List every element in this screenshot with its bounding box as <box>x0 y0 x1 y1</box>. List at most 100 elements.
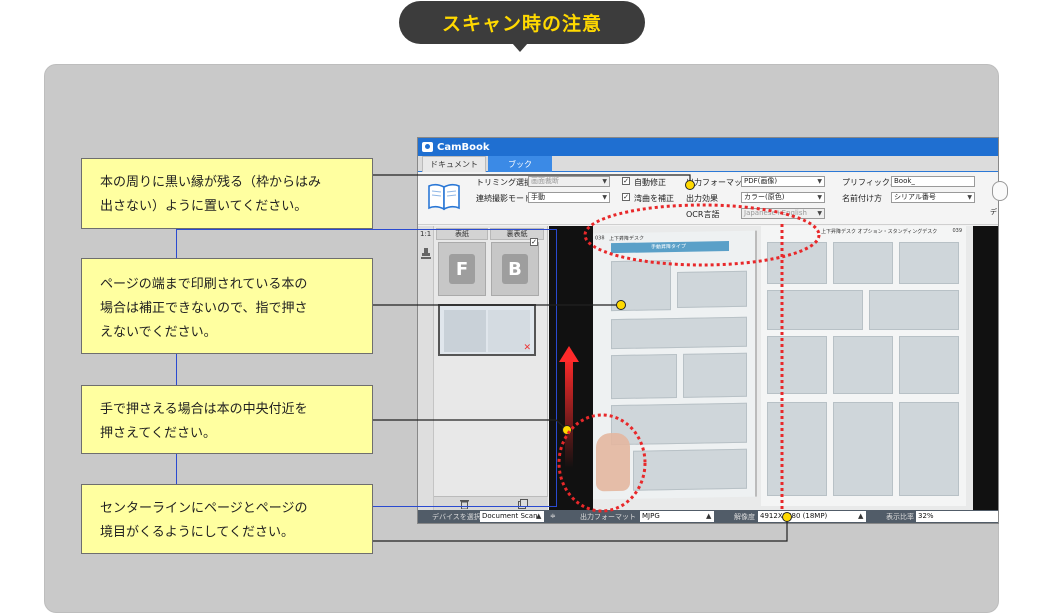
product-block <box>767 336 827 394</box>
device-label: デバイスを選択 <box>432 513 481 521</box>
book-left-page: 038 上下昇降デスク 手動昇降タイプ <box>593 230 757 500</box>
chevron-down-icon: ▼ <box>817 178 822 185</box>
cambook-window: CamBook ドキュメント ブック トリミング選択 画面裁断 ▼ 連続撮影モード… <box>417 137 1008 524</box>
product-block <box>833 242 893 284</box>
prefix-input[interactable]: Book_ <box>891 176 975 187</box>
left-page-header: 上下昇降デスク <box>609 235 645 243</box>
chevron-up-icon[interactable]: ▲ <box>536 512 541 520</box>
product-block <box>869 290 959 330</box>
red-arrow-shaft <box>565 358 573 468</box>
right-page-header: 上下昇降デスク オプション・スタンディングデスク <box>821 229 938 235</box>
resolution-select[interactable]: 4912X3680 (18MP) <box>758 511 866 522</box>
thumb-left-page <box>444 310 486 352</box>
chevron-down-icon: ▼ <box>602 194 607 201</box>
app-name: CamBook <box>437 141 490 153</box>
output-format-select[interactable]: PDF(画像) ▼ <box>741 176 825 187</box>
delete-mark-icon[interactable]: ✕ <box>523 343 531 353</box>
prefix-label: プリフィックス <box>842 178 898 187</box>
settings-icon[interactable]: ≑ <box>550 512 556 520</box>
scanned-book: 038 上下昇降デスク 手動昇降タイプ 上下昇降デスク オプション・スタンディン… <box>593 226 973 510</box>
output-format-value: PDF(画像) <box>744 177 778 185</box>
page-title: スキャン時の注意 <box>399 1 645 44</box>
chevron-down-icon: ▼ <box>602 178 607 185</box>
callout-line: ページの端まで印刷されている本の <box>100 277 308 292</box>
callout-printed-edge: ページの端まで印刷されている本の 場合は補正できないので、指で押さ えないでくだ… <box>81 258 373 354</box>
trimming-value: 画面裁断 <box>531 177 559 185</box>
status-output-label: 出力フォーマット <box>580 513 636 521</box>
auto-correct-checkbox[interactable]: ✓ <box>622 177 630 185</box>
trimming-label: トリミング選択 <box>476 178 532 187</box>
back-cover-checkbox[interactable]: ✓ <box>530 238 538 246</box>
product-block <box>683 352 747 398</box>
resolution-value: 4912X3680 (18MP) <box>760 512 828 520</box>
continuous-mode-select[interactable]: 手動 ▼ <box>528 192 610 203</box>
product-block <box>899 402 959 496</box>
copy-icon[interactable] <box>518 499 528 509</box>
product-block <box>611 402 747 446</box>
auto-correct-label: 自動修正 <box>634 178 666 187</box>
right-page-number: 039 <box>952 228 962 234</box>
status-output-value: MJPG <box>642 512 660 520</box>
ocr-language-select[interactable]: Japanese+English ▼ <box>741 208 825 219</box>
book-icon <box>428 183 460 211</box>
curve-correct-label: 湾曲を補正 <box>634 194 674 203</box>
front-cover-header: 表紙 <box>436 228 488 240</box>
device-select[interactable]: Document Scan <box>480 511 544 522</box>
trimming-select[interactable]: 画面裁断 ▼ <box>528 176 610 187</box>
product-block <box>899 242 959 284</box>
naming-label: 名前付け方 <box>842 194 882 203</box>
window-titlebar: CamBook <box>418 138 998 156</box>
zoom-column: 1:1 <box>418 226 434 510</box>
tab-document[interactable]: ドキュメント <box>422 156 486 172</box>
page-list-pane: 1:1 表紙 裏表紙 F B ✓ ✕ <box>418 226 548 510</box>
device-value: Document Scan <box>482 512 538 520</box>
continuous-mode-label: 連続撮影モード <box>476 194 532 203</box>
output-effect-select[interactable]: カラー(原色) ▼ <box>741 192 825 203</box>
camera-icon <box>422 142 433 152</box>
callout-line: 境目がくるようにしてください。 <box>100 525 294 540</box>
status-output-select[interactable]: MJPG <box>640 511 714 522</box>
trash-icon[interactable] <box>460 499 469 509</box>
camera-preview[interactable]: 038 上下昇降デスク 手動昇降タイプ 上下昇降デスク オプション・スタンディン… <box>549 226 998 510</box>
product-block <box>611 260 671 312</box>
ratio-field[interactable]: 32% <box>916 511 998 522</box>
callout-hand-position: 手で押さえる場合は本の中央付近を 押さえてください。 <box>81 385 373 454</box>
stamp-icon[interactable] <box>421 248 431 259</box>
product-block <box>677 270 747 308</box>
naming-select[interactable]: シリアル番号 ▼ <box>891 192 975 203</box>
red-arrow-up-icon <box>559 346 579 362</box>
prefix-value: Book_ <box>894 177 915 185</box>
continuous-mode-value: 手動 <box>531 193 545 201</box>
chevron-up-icon[interactable]: ▲ <box>858 512 863 520</box>
output-effect-label: 出力効果 <box>686 194 718 203</box>
book-right-page: 上下昇降デスク オプション・スタンディングデスク 039 <box>761 226 966 506</box>
callout-line: 手で押さえる場合は本の中央付近を <box>100 402 308 417</box>
callout-line: 本の周りに黒い縁が残る（枠からはみ <box>100 175 322 190</box>
page-thumbnail[interactable]: ✕ <box>438 304 536 356</box>
toolbar: トリミング選択 画面裁断 ▼ 連続撮影モード 手動 ▼ ✓ 自動修正 ✓ 湾曲を補正… <box>418 173 1008 225</box>
pane-bottom-bar <box>434 496 548 510</box>
banner-text: 手動昇降タイプ <box>651 243 687 251</box>
title-pointer <box>512 43 528 52</box>
ratio-label: 表示比率 <box>886 513 914 521</box>
tab-bar: ドキュメント ブック <box>418 156 998 172</box>
callout-center-line: センターラインにページとページの 境目がくるようにしてください。 <box>81 484 373 554</box>
product-block <box>767 242 827 284</box>
callout-line: えないでください。 <box>100 325 217 340</box>
tab-book[interactable]: ブック <box>488 156 552 172</box>
zoom-ratio-button[interactable]: 1:1 <box>420 230 431 238</box>
front-cover-slot[interactable]: F <box>438 242 486 296</box>
product-block <box>899 336 959 394</box>
naming-value: シリアル番号 <box>894 193 936 201</box>
round-button[interactable] <box>992 181 1008 201</box>
chevron-down-icon: ▼ <box>967 194 972 201</box>
chevron-up-icon[interactable]: ▲ <box>706 512 711 520</box>
curve-correct-checkbox[interactable]: ✓ <box>622 193 630 201</box>
chevron-down-icon: ▼ <box>817 210 822 217</box>
callout-black-border: 本の周りに黒い縁が残る（枠からはみ 出さない）ように置いてください。 <box>81 158 373 229</box>
callout-line: 押さえてください。 <box>100 426 216 441</box>
back-cover-slot[interactable]: B ✓ <box>491 238 539 296</box>
product-block <box>767 290 863 330</box>
left-page-number: 038 <box>595 235 605 242</box>
ocr-language-label: OCR言語 <box>686 210 720 219</box>
